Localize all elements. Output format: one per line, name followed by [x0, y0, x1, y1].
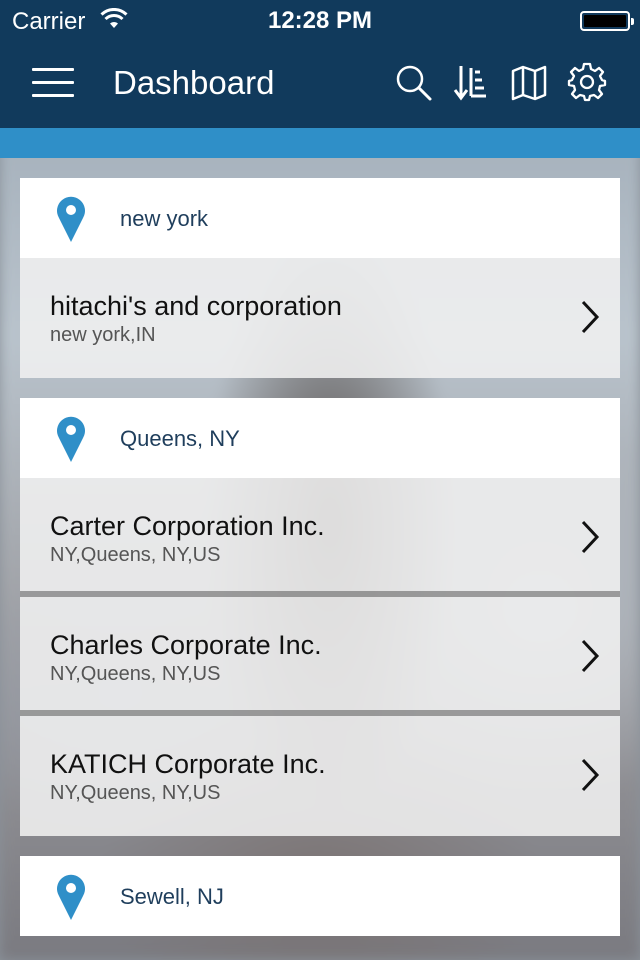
company-name: KATICH Corporate Inc.: [50, 749, 326, 779]
chevron-right-icon: [581, 300, 600, 334]
accent-bar: [0, 128, 640, 158]
location-section: Sewell, NJ: [20, 856, 620, 936]
map-pin-icon: [57, 196, 85, 242]
map-pin-icon: [57, 416, 85, 462]
menu-icon[interactable]: [32, 68, 74, 98]
gear-icon[interactable]: [567, 62, 607, 102]
battery-icon: [580, 11, 634, 31]
location-name: new york: [120, 206, 209, 231]
company-address: new york,IN: [50, 324, 156, 346]
location-header: Queens, NY: [20, 398, 620, 478]
map-icon[interactable]: [509, 62, 549, 102]
page-title: Dashboard: [113, 64, 275, 101]
company-name: hitachi's and corporation: [50, 291, 342, 321]
company-address: NY,Queens, NY,US: [50, 663, 221, 685]
list-item[interactable]: KATICH Corporate Inc. NY,Queens, NY,US: [20, 716, 620, 836]
company-name: Charles Corporate Inc.: [50, 630, 322, 660]
location-name: Sewell, NJ: [120, 884, 224, 909]
list-item[interactable]: Carter Corporation Inc. NY,Queens, NY,US: [20, 478, 620, 597]
chevron-right-icon: [581, 639, 600, 673]
chevron-right-icon: [581, 520, 600, 554]
location-section: Queens, NY Carter Corporation Inc. NY,Qu…: [20, 398, 620, 836]
company-name: Carter Corporation Inc.: [50, 511, 325, 541]
sort-icon[interactable]: [452, 62, 492, 102]
status-time: 12:28 PM: [267, 7, 373, 34]
location-section: new york hitachi's and corporation new y…: [20, 178, 620, 378]
search-icon[interactable]: [393, 62, 433, 102]
chevron-right-icon: [581, 758, 600, 792]
company-address: NY,Queens, NY,US: [50, 782, 221, 804]
company-address: NY,Queens, NY,US: [50, 544, 221, 566]
navigation-bar: Carrier 12:28 PM Dashboard: [0, 0, 640, 128]
location-header: Sewell, NJ: [20, 856, 620, 936]
list-item[interactable]: Charles Corporate Inc. NY,Queens, NY,US: [20, 597, 620, 716]
list-item[interactable]: hitachi's and corporation new york,IN: [20, 258, 620, 378]
location-list: new york hitachi's and corporation new y…: [20, 178, 620, 956]
status-bar: Carrier 12:28 PM: [0, 0, 640, 40]
location-header: new york: [20, 178, 620, 258]
toolbar: Dashboard: [0, 40, 640, 128]
location-name: Queens, NY: [120, 426, 240, 451]
map-pin-icon: [57, 874, 85, 920]
